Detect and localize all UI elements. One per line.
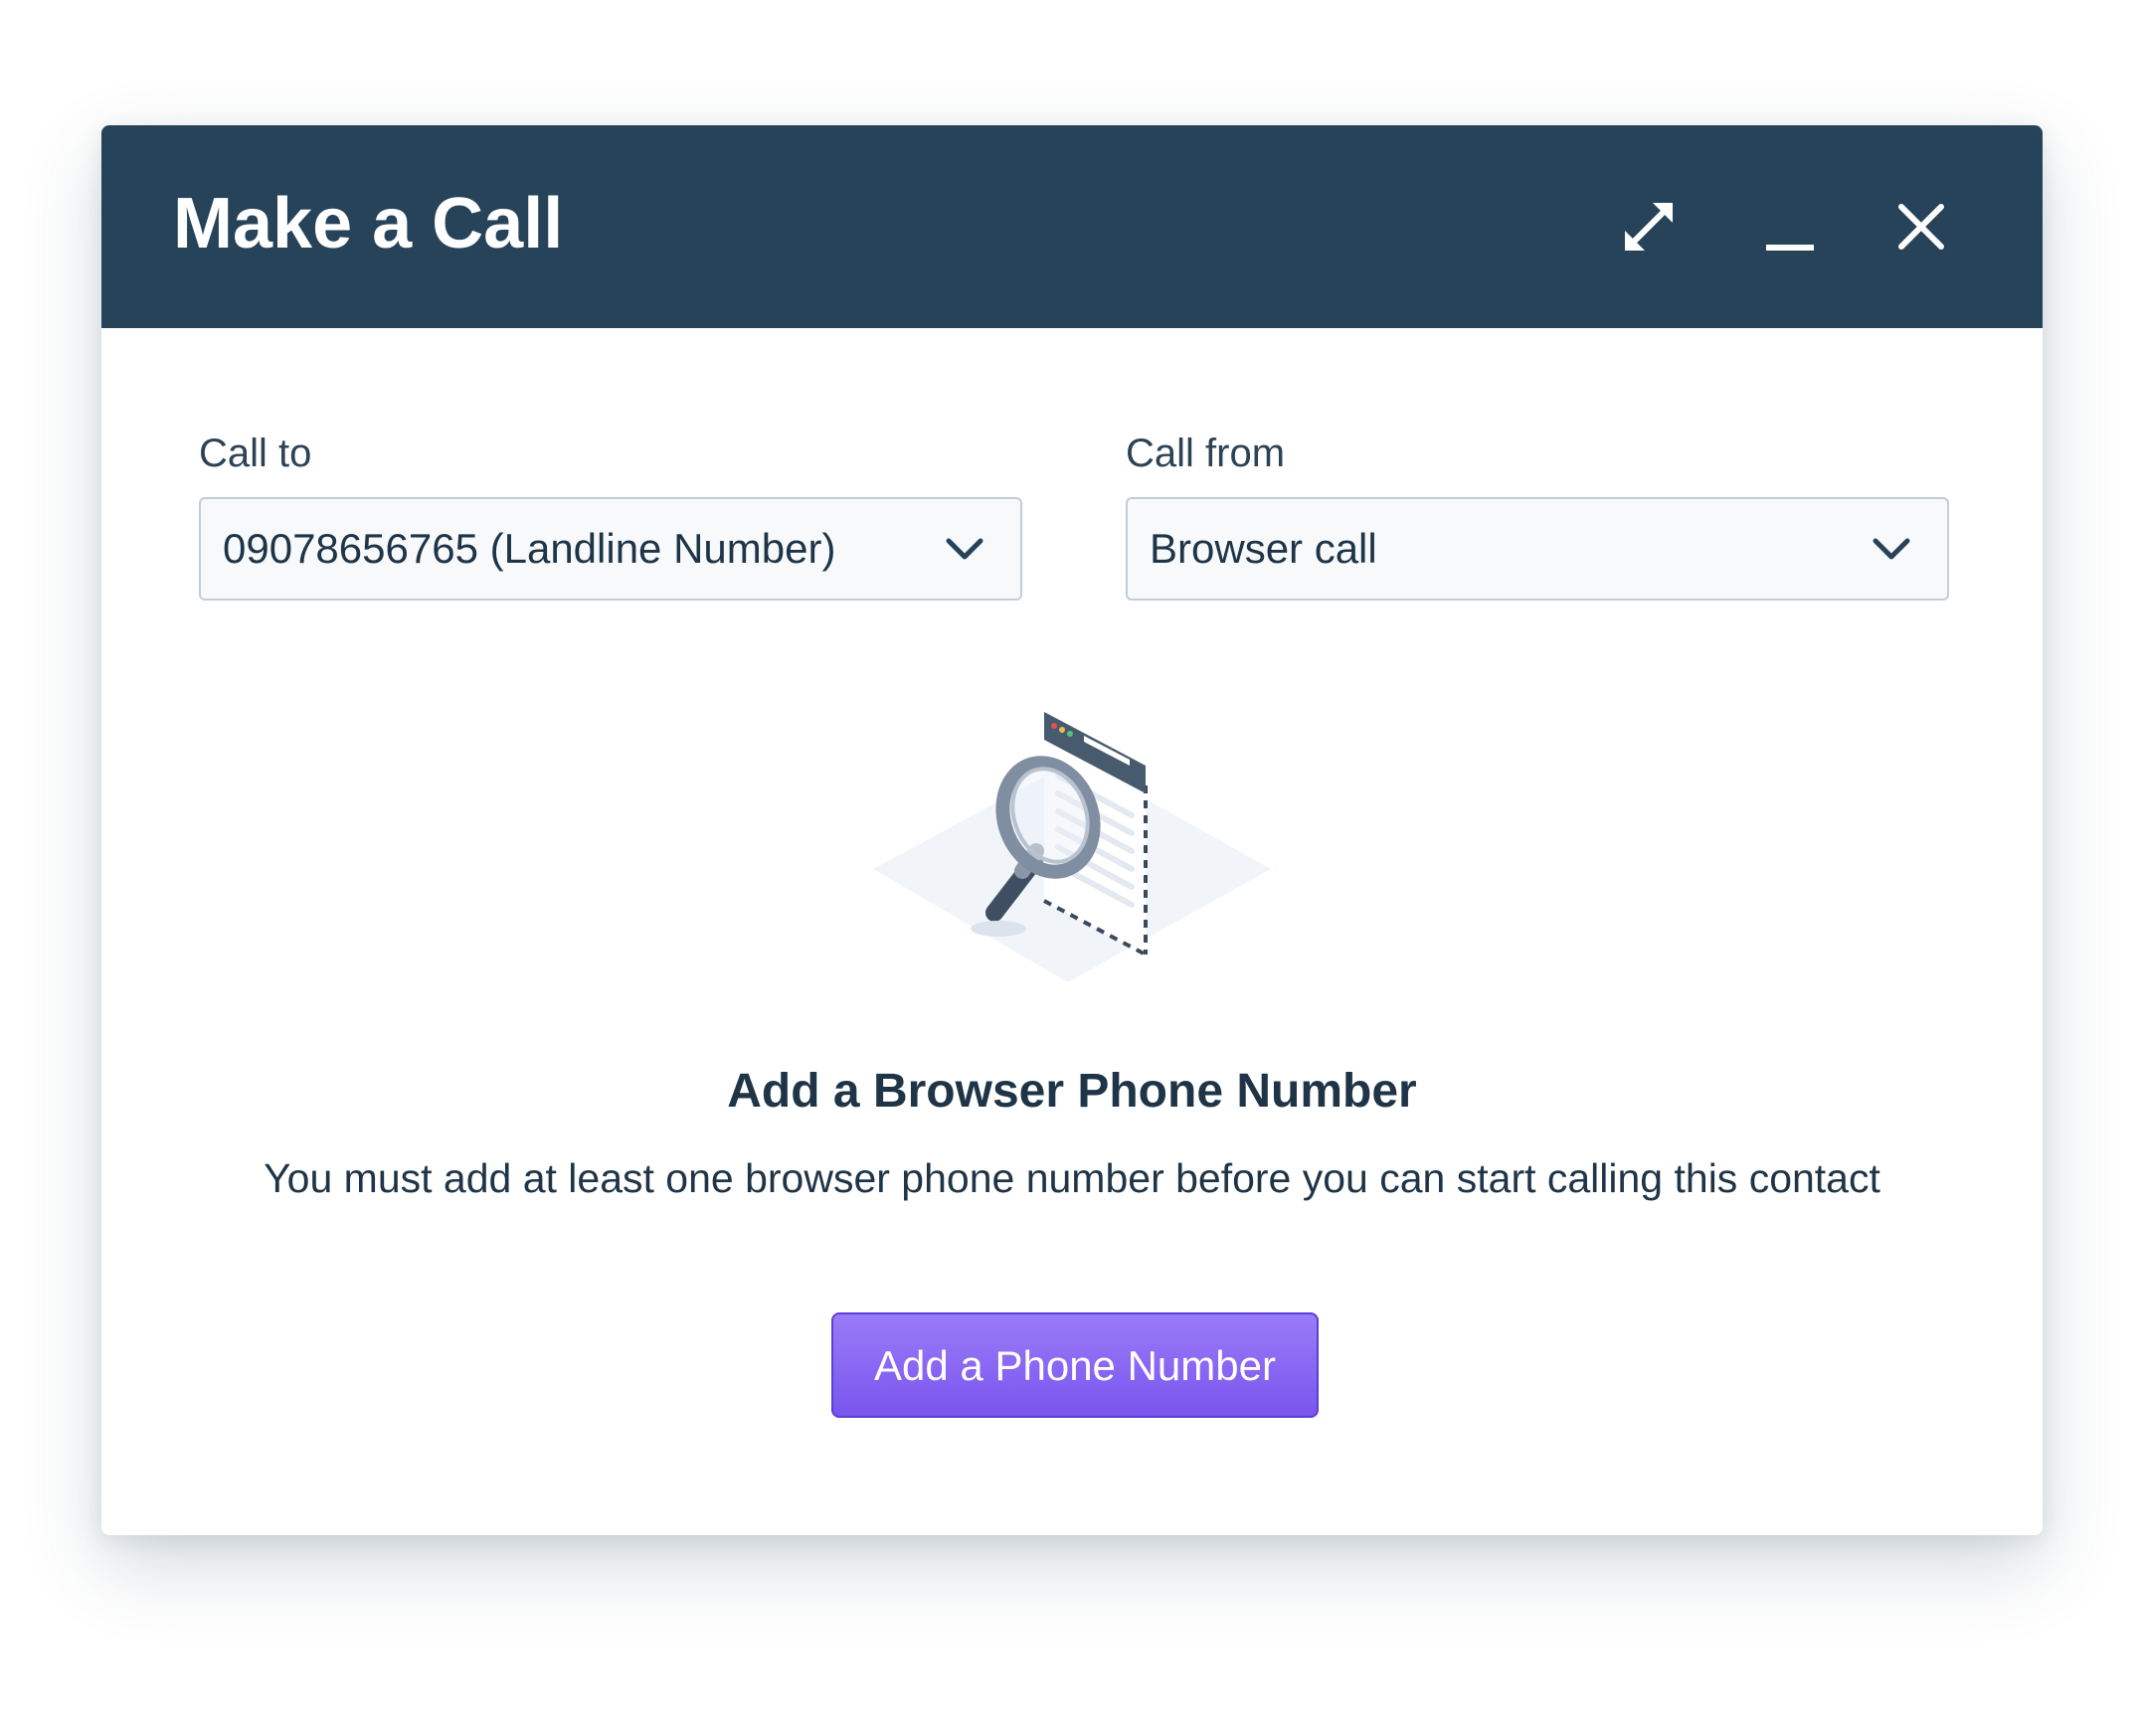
- minimize-button[interactable]: [1750, 187, 1830, 266]
- chevron-down-icon: [946, 538, 983, 560]
- make-a-call-dialog: Make a Call Call to 09078656765 (Landlin…: [101, 125, 2043, 1535]
- chevron-down-icon: [1873, 538, 1910, 560]
- call-to-select[interactable]: 09078656765 (Landline Number): [199, 497, 1022, 601]
- expand-button[interactable]: [1609, 187, 1689, 266]
- dialog-title: Make a Call: [173, 184, 564, 263]
- close-icon: [1898, 204, 1944, 250]
- close-button[interactable]: [1881, 187, 1961, 266]
- magnifier-document-illustration: [873, 712, 1271, 982]
- empty-state-description: You must add at least one browser phone …: [264, 1155, 1880, 1201]
- minimize-icon: [1766, 245, 1814, 251]
- empty-state-title: Add a Browser Phone Number: [727, 1065, 1417, 1118]
- call-from-select[interactable]: Browser call: [1126, 497, 1949, 601]
- call-from-label: Call from: [1126, 432, 1286, 475]
- call-to-label: Call to: [199, 432, 312, 475]
- dialog-header: Make a Call: [101, 125, 2043, 328]
- call-from-value: Browser call: [1150, 525, 1377, 572]
- add-phone-number-button[interactable]: Add a Phone Number: [831, 1312, 1319, 1418]
- expand-icon: [1625, 203, 1673, 251]
- call-to-value: 09078656765 (Landline Number): [223, 525, 836, 572]
